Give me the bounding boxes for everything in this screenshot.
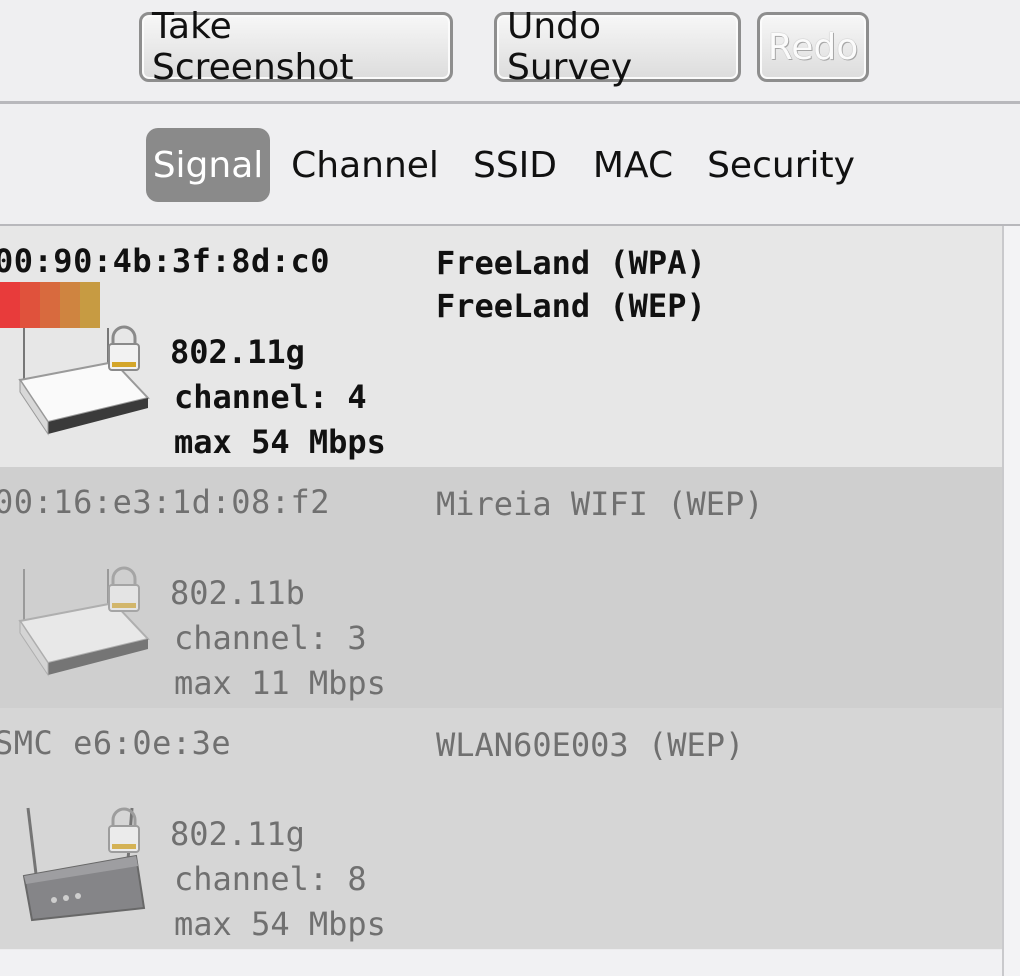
router-gray-icon [22, 807, 146, 922]
network-channel: channel: 8 [174, 860, 367, 898]
router-white-icon [18, 325, 150, 436]
network-mac: 00:90:4b:3f:8d:c0 [0, 242, 331, 280]
tab-mac[interactable]: MAC [590, 128, 676, 202]
tab-security[interactable]: Security [706, 128, 856, 202]
network-mac: 00:16:e3:1d:08:f2 [0, 483, 331, 521]
network-specs: 802.11g channel: 8 max 54 Mbps [170, 812, 386, 947]
router-white-icon [18, 566, 150, 677]
tab-signal[interactable]: Signal [146, 128, 270, 202]
scrollbar[interactable] [1002, 226, 1020, 976]
network-list: 00:90:4b:3f:8d:c0 FreeLand (WPA) FreeLan… [0, 226, 1002, 950]
sort-tab-bar: Signal Channel SSID MAC Security [0, 104, 1020, 226]
network-specs: 802.11g channel: 4 max 54 Mbps [170, 330, 386, 465]
take-screenshot-button[interactable]: Take Screenshot [139, 6, 453, 88]
network-ssids: Mireia WIFI (WEP) [436, 483, 764, 526]
redo-button[interactable]: Redo [757, 12, 869, 82]
undo-survey-button[interactable]: Undo Survey [494, 6, 741, 88]
lock-icon [108, 807, 140, 853]
network-channel: channel: 4 [174, 378, 367, 416]
network-standard: 802.11g [170, 815, 305, 853]
network-ssid: FreeLand (WEP) [436, 287, 706, 325]
network-max-rate: max 54 Mbps [174, 423, 386, 461]
network-channel: channel: 3 [174, 619, 367, 657]
network-ssids: WLAN60E003 (WEP) [436, 724, 744, 767]
network-max-rate: max 54 Mbps [174, 905, 386, 943]
network-standard: 802.11g [170, 333, 305, 371]
network-row[interactable]: SMC e6:0e:3e WLAN60E003 (WEP) 802.11g ch… [0, 708, 1002, 949]
tab-ssid[interactable]: SSID [470, 128, 560, 202]
lock-icon [108, 325, 140, 371]
toolbar: Take Screenshot Undo Survey Redo [0, 0, 1020, 104]
network-specs: 802.11b channel: 3 max 11 Mbps [170, 571, 386, 706]
tab-channel[interactable]: Channel [291, 128, 439, 202]
network-standard: 802.11b [170, 574, 305, 612]
list-footer [0, 950, 1002, 976]
network-ssid: Mireia WIFI (WEP) [436, 485, 764, 523]
network-ssids: FreeLand (WPA) FreeLand (WEP) [436, 242, 706, 328]
network-row[interactable]: 00:16:e3:1d:08:f2 Mireia WIFI (WEP) 802.… [0, 467, 1002, 708]
network-ssid: FreeLand (WPA) [436, 244, 706, 282]
network-row[interactable]: 00:90:4b:3f:8d:c0 FreeLand (WPA) FreeLan… [0, 226, 1002, 467]
lock-icon [108, 566, 140, 612]
network-max-rate: max 11 Mbps [174, 664, 386, 702]
network-mac: SMC e6:0e:3e [0, 724, 232, 762]
network-ssid: WLAN60E003 (WEP) [436, 726, 745, 764]
